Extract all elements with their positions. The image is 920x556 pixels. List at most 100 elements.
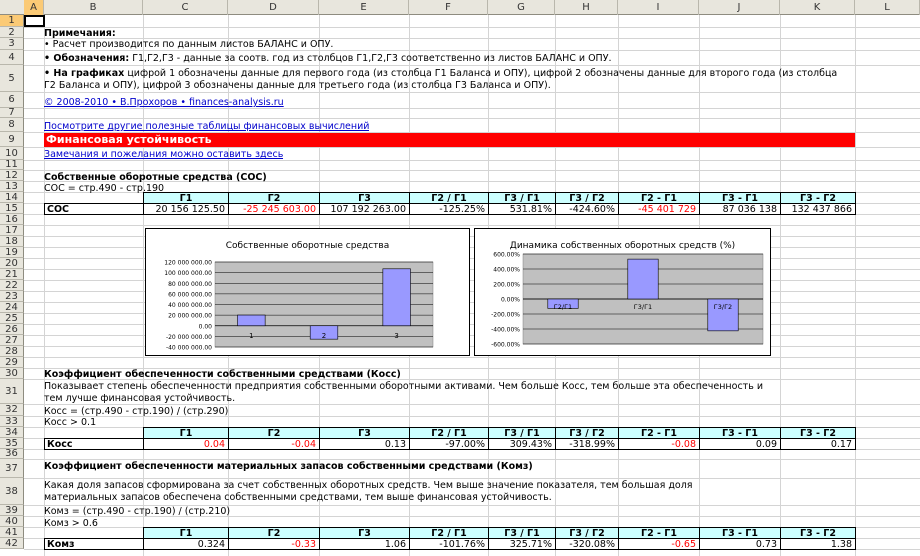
- gridline-v: [780, 15, 781, 556]
- row-header-14[interactable]: 14: [0, 192, 24, 203]
- gridline-v: [855, 15, 856, 556]
- row-header-36[interactable]: 36: [0, 449, 24, 459]
- row-header-31[interactable]: 31: [0, 379, 24, 404]
- row-header-41[interactable]: 41: [0, 527, 24, 538]
- selected-cell-a1[interactable]: [24, 15, 45, 27]
- column-header-k[interactable]: K: [780, 0, 855, 15]
- sos-value-cell[interactable]: 531.81%: [488, 203, 556, 215]
- sos-value-cell[interactable]: -424.60%: [555, 203, 619, 215]
- komz-value-cell[interactable]: -0.65: [618, 538, 700, 550]
- row-header-17[interactable]: 17: [0, 225, 24, 236]
- column-header-a[interactable]: A: [24, 0, 44, 15]
- row-header-32[interactable]: 32: [0, 404, 24, 416]
- sos-value-cell[interactable]: -25 245 603.00: [228, 203, 320, 215]
- row-header-38[interactable]: 38: [0, 478, 24, 505]
- notes-line-3-text: цифрой 1 обозначены данные для первого г…: [124, 68, 838, 79]
- copyright-link[interactable]: © 2008-2010 • В.Прохоров • finances-anal…: [44, 96, 284, 109]
- row-header-28[interactable]: 28: [0, 346, 24, 357]
- column-header-l[interactable]: L: [855, 0, 920, 15]
- koss-norm: Косс > 0.1: [44, 417, 97, 428]
- row-header-8[interactable]: 8: [0, 118, 24, 132]
- row-header-24[interactable]: 24: [0, 302, 24, 313]
- row-header-13[interactable]: 13: [0, 181, 24, 192]
- row-header-21[interactable]: 21: [0, 269, 24, 280]
- koss-value-cell[interactable]: 309.43%: [488, 438, 556, 450]
- koss-value-cell[interactable]: -318.99%: [555, 438, 619, 450]
- row-header-2[interactable]: 2: [0, 27, 24, 38]
- column-header-e[interactable]: E: [319, 0, 409, 15]
- column-header-c[interactable]: C: [143, 0, 228, 15]
- sos-value-cell[interactable]: 20 156 125.50: [143, 203, 229, 215]
- gridline-h: [24, 27, 920, 28]
- row-header-22[interactable]: 22: [0, 280, 24, 291]
- column-header-d[interactable]: D: [228, 0, 319, 15]
- row-header-6[interactable]: 6: [0, 92, 24, 108]
- gridline-h: [24, 65, 920, 66]
- sos-value-cell[interactable]: -45 401 729: [618, 203, 700, 215]
- komz-value-cell[interactable]: 0.73: [699, 538, 781, 550]
- komz-value-cell[interactable]: 325.71%: [488, 538, 556, 550]
- row-header-39[interactable]: 39: [0, 505, 24, 516]
- koss-value-cell[interactable]: -97.00%: [409, 438, 489, 450]
- komz-value-cell[interactable]: -101.76%: [409, 538, 489, 550]
- bar: [627, 258, 659, 300]
- category-label: Г2/Г1: [554, 303, 572, 311]
- column-header-bar: ABCDEFGHIJKL: [0, 0, 920, 15]
- row-header-4[interactable]: 4: [0, 50, 24, 65]
- komz-value-cell[interactable]: -0.33: [228, 538, 320, 550]
- koss-row-label[interactable]: Косс: [44, 438, 144, 450]
- row-header-26[interactable]: 26: [0, 324, 24, 335]
- column-header-b[interactable]: B: [44, 0, 143, 15]
- sos-row-label[interactable]: СОС: [44, 203, 144, 215]
- y-tick-label: 600.00%: [493, 252, 520, 259]
- notes-line-2: • Обозначения: Г1,Г2,Г3 - данные за соот…: [44, 52, 612, 65]
- row-header-19[interactable]: 19: [0, 247, 24, 258]
- komz-heading: Коэффициент обеспеченности материальных …: [44, 461, 533, 472]
- koss-value-cell[interactable]: 0.13: [319, 438, 410, 450]
- other-tables-link[interactable]: Посмотрите другие полезные таблицы финан…: [44, 120, 369, 133]
- row-header-1[interactable]: 1: [0, 15, 24, 27]
- row-header-12[interactable]: 12: [0, 170, 24, 181]
- row-header-33[interactable]: 33: [0, 416, 24, 427]
- column-header-f[interactable]: F: [409, 0, 488, 15]
- feedback-link[interactable]: Замечания и пожелания можно оставить зде…: [44, 148, 283, 161]
- row-header-20[interactable]: 20: [0, 258, 24, 269]
- row-header-25[interactable]: 25: [0, 313, 24, 324]
- row-header-29[interactable]: 29: [0, 357, 24, 368]
- row-header-42[interactable]: 42: [0, 538, 24, 549]
- row-header-23[interactable]: 23: [0, 291, 24, 302]
- column-header-g[interactable]: G: [488, 0, 555, 15]
- row-header-5[interactable]: 5: [0, 65, 24, 92]
- column-header-i[interactable]: I: [618, 0, 699, 15]
- row-header-27[interactable]: 27: [0, 335, 24, 346]
- komz-value-cell[interactable]: 0.324: [143, 538, 229, 550]
- sos-value-cell[interactable]: -125.25%: [409, 203, 489, 215]
- row-header-37[interactable]: 37: [0, 459, 24, 478]
- row-header-15[interactable]: 15: [0, 203, 24, 214]
- sos-value-cell[interactable]: 107 192 263.00: [319, 203, 410, 215]
- komz-row-label[interactable]: Комз: [44, 538, 144, 550]
- row-header-16[interactable]: 16: [0, 214, 24, 225]
- sos-dynamics-chart[interactable]: Динамика собственных оборотных средств (…: [474, 228, 771, 356]
- koss-value-cell[interactable]: -0.04: [228, 438, 320, 450]
- row-header-40[interactable]: 40: [0, 516, 24, 527]
- row-header-7[interactable]: 7: [0, 108, 24, 118]
- row-header-11[interactable]: 11: [0, 160, 24, 170]
- row-header-9[interactable]: 9: [0, 132, 24, 147]
- sos-value-cell[interactable]: 132 437 866: [780, 203, 856, 215]
- komz-value-cell[interactable]: 1.38: [780, 538, 856, 550]
- sos-chart[interactable]: Собственные оборотные средства 120 000 0…: [145, 228, 470, 356]
- koss-value-cell[interactable]: -0.08: [618, 438, 700, 450]
- sos-value-cell[interactable]: 87 036 138: [699, 203, 781, 215]
- koss-value-cell[interactable]: 0.09: [699, 438, 781, 450]
- column-header-j[interactable]: J: [699, 0, 780, 15]
- row-header-30[interactable]: 30: [0, 368, 24, 379]
- komz-value-cell[interactable]: 1.06: [319, 538, 410, 550]
- komz-value-cell[interactable]: -320.08%: [555, 538, 619, 550]
- column-header-h[interactable]: H: [555, 0, 618, 15]
- koss-value-cell[interactable]: 0.17: [780, 438, 856, 450]
- koss-value-cell[interactable]: 0.04: [143, 438, 229, 450]
- row-header-34[interactable]: 34: [0, 427, 24, 438]
- row-header-3[interactable]: 3: [0, 38, 24, 50]
- row-header-18[interactable]: 18: [0, 236, 24, 247]
